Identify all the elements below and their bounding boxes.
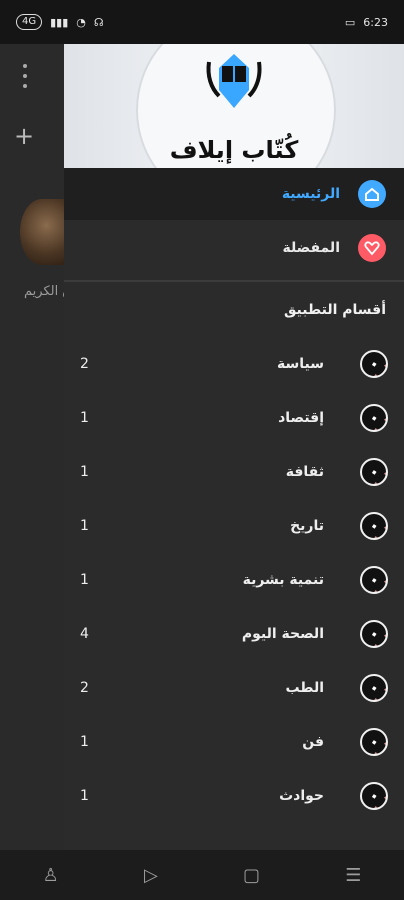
category-badge-icon: ◆ bbox=[360, 728, 388, 756]
category-label: الصحة اليوم bbox=[241, 626, 324, 642]
category-badge-icon: ◆ bbox=[360, 350, 388, 378]
book-logo-icon bbox=[206, 54, 262, 108]
category-badge-icon: ◆ bbox=[360, 512, 388, 540]
category-item-politics[interactable]: 2 سياسة ◆ bbox=[64, 340, 404, 394]
drawer-header: كُتّاب إيلاف bbox=[64, 44, 404, 168]
network-badge: 4G bbox=[16, 14, 43, 30]
category-count: 2 bbox=[80, 680, 89, 696]
home-icon[interactable]: ▢ bbox=[243, 865, 260, 886]
wifi-icon: ◔ bbox=[76, 15, 86, 29]
menu-item-home[interactable]: الرئيسية bbox=[64, 168, 404, 220]
category-label: الطب bbox=[285, 680, 324, 696]
category-badge-icon: ◆ bbox=[360, 620, 388, 648]
category-badge-icon: ◆ bbox=[360, 566, 388, 594]
category-label: سياسة bbox=[277, 356, 324, 372]
category-count: 1 bbox=[80, 464, 89, 480]
back-icon[interactable]: ▷ bbox=[144, 865, 158, 886]
logo-title: كُتّاب إيلاف bbox=[169, 136, 299, 164]
category-item-incidents[interactable]: 1 حوادث ◆ bbox=[64, 772, 404, 826]
category-item-economy[interactable]: 1 إقتصاد ◆ bbox=[64, 394, 404, 448]
category-item-art[interactable]: 1 فن ◆ bbox=[64, 718, 404, 772]
category-count: 1 bbox=[80, 410, 89, 426]
system-nav-bar: ♙ ▷ ▢ ☰ bbox=[0, 850, 404, 900]
vibrate-icon: ▭ bbox=[344, 15, 356, 29]
category-badge-icon: ◆ bbox=[360, 674, 388, 702]
category-item-history[interactable]: 1 تاريخ ◆ bbox=[64, 502, 404, 556]
time: 6:23 bbox=[363, 15, 388, 29]
recents-icon[interactable]: ☰ bbox=[345, 865, 361, 886]
category-label: حوادث bbox=[279, 788, 324, 804]
category-item-health-today[interactable]: 4 الصحة اليوم ◆ bbox=[64, 610, 404, 664]
category-label: تاريخ bbox=[290, 518, 324, 534]
category-badge-icon: ◆ bbox=[360, 782, 388, 810]
navigation-drawer: كُتّاب إيلاف الرئيسية المفضلة أقسام التط… bbox=[64, 44, 404, 850]
add-icon[interactable]: + bbox=[14, 122, 34, 150]
category-label: إقتصاد bbox=[278, 410, 324, 426]
menu-item-favorites[interactable]: المفضلة bbox=[64, 222, 404, 274]
quran-thumbnail bbox=[20, 199, 64, 265]
section-title: أقسام التطبيق bbox=[283, 302, 386, 318]
menu-label-home: الرئيسية bbox=[281, 186, 340, 202]
category-count: 2 bbox=[80, 356, 89, 372]
category-count: 1 bbox=[80, 518, 89, 534]
category-item-culture[interactable]: 1 ثقافة ◆ bbox=[64, 448, 404, 502]
category-count: 4 bbox=[80, 626, 89, 642]
heart-icon bbox=[358, 234, 386, 262]
category-badge-icon: ◆ bbox=[360, 404, 388, 432]
category-item-human-development[interactable]: 1 تنمية بشرية ◆ bbox=[64, 556, 404, 610]
category-count: 1 bbox=[80, 788, 89, 804]
menu-label-favorites: المفضلة bbox=[282, 240, 340, 256]
category-label: تنمية بشرية bbox=[242, 572, 324, 588]
status-bar: 4G ▮▮▮ ◔ ☊ ▭ 6:23 bbox=[0, 0, 404, 44]
category-badge-icon: ◆ bbox=[360, 458, 388, 486]
category-count: 1 bbox=[80, 734, 89, 750]
category-label: ثقافة bbox=[285, 464, 324, 480]
accessibility-icon[interactable]: ♙ bbox=[43, 865, 59, 886]
signal-icon: ▮▮▮ bbox=[50, 15, 69, 29]
background-app: + ق الكريم bbox=[0, 44, 72, 850]
more-options-icon[interactable] bbox=[20, 64, 30, 88]
headset-icon: ☊ bbox=[93, 15, 104, 29]
category-item-medicine[interactable]: 2 الطب ◆ bbox=[64, 664, 404, 718]
drawer-divider bbox=[64, 280, 404, 282]
home-icon bbox=[358, 180, 386, 208]
category-label: فن bbox=[302, 734, 324, 750]
category-count: 1 bbox=[80, 572, 89, 588]
